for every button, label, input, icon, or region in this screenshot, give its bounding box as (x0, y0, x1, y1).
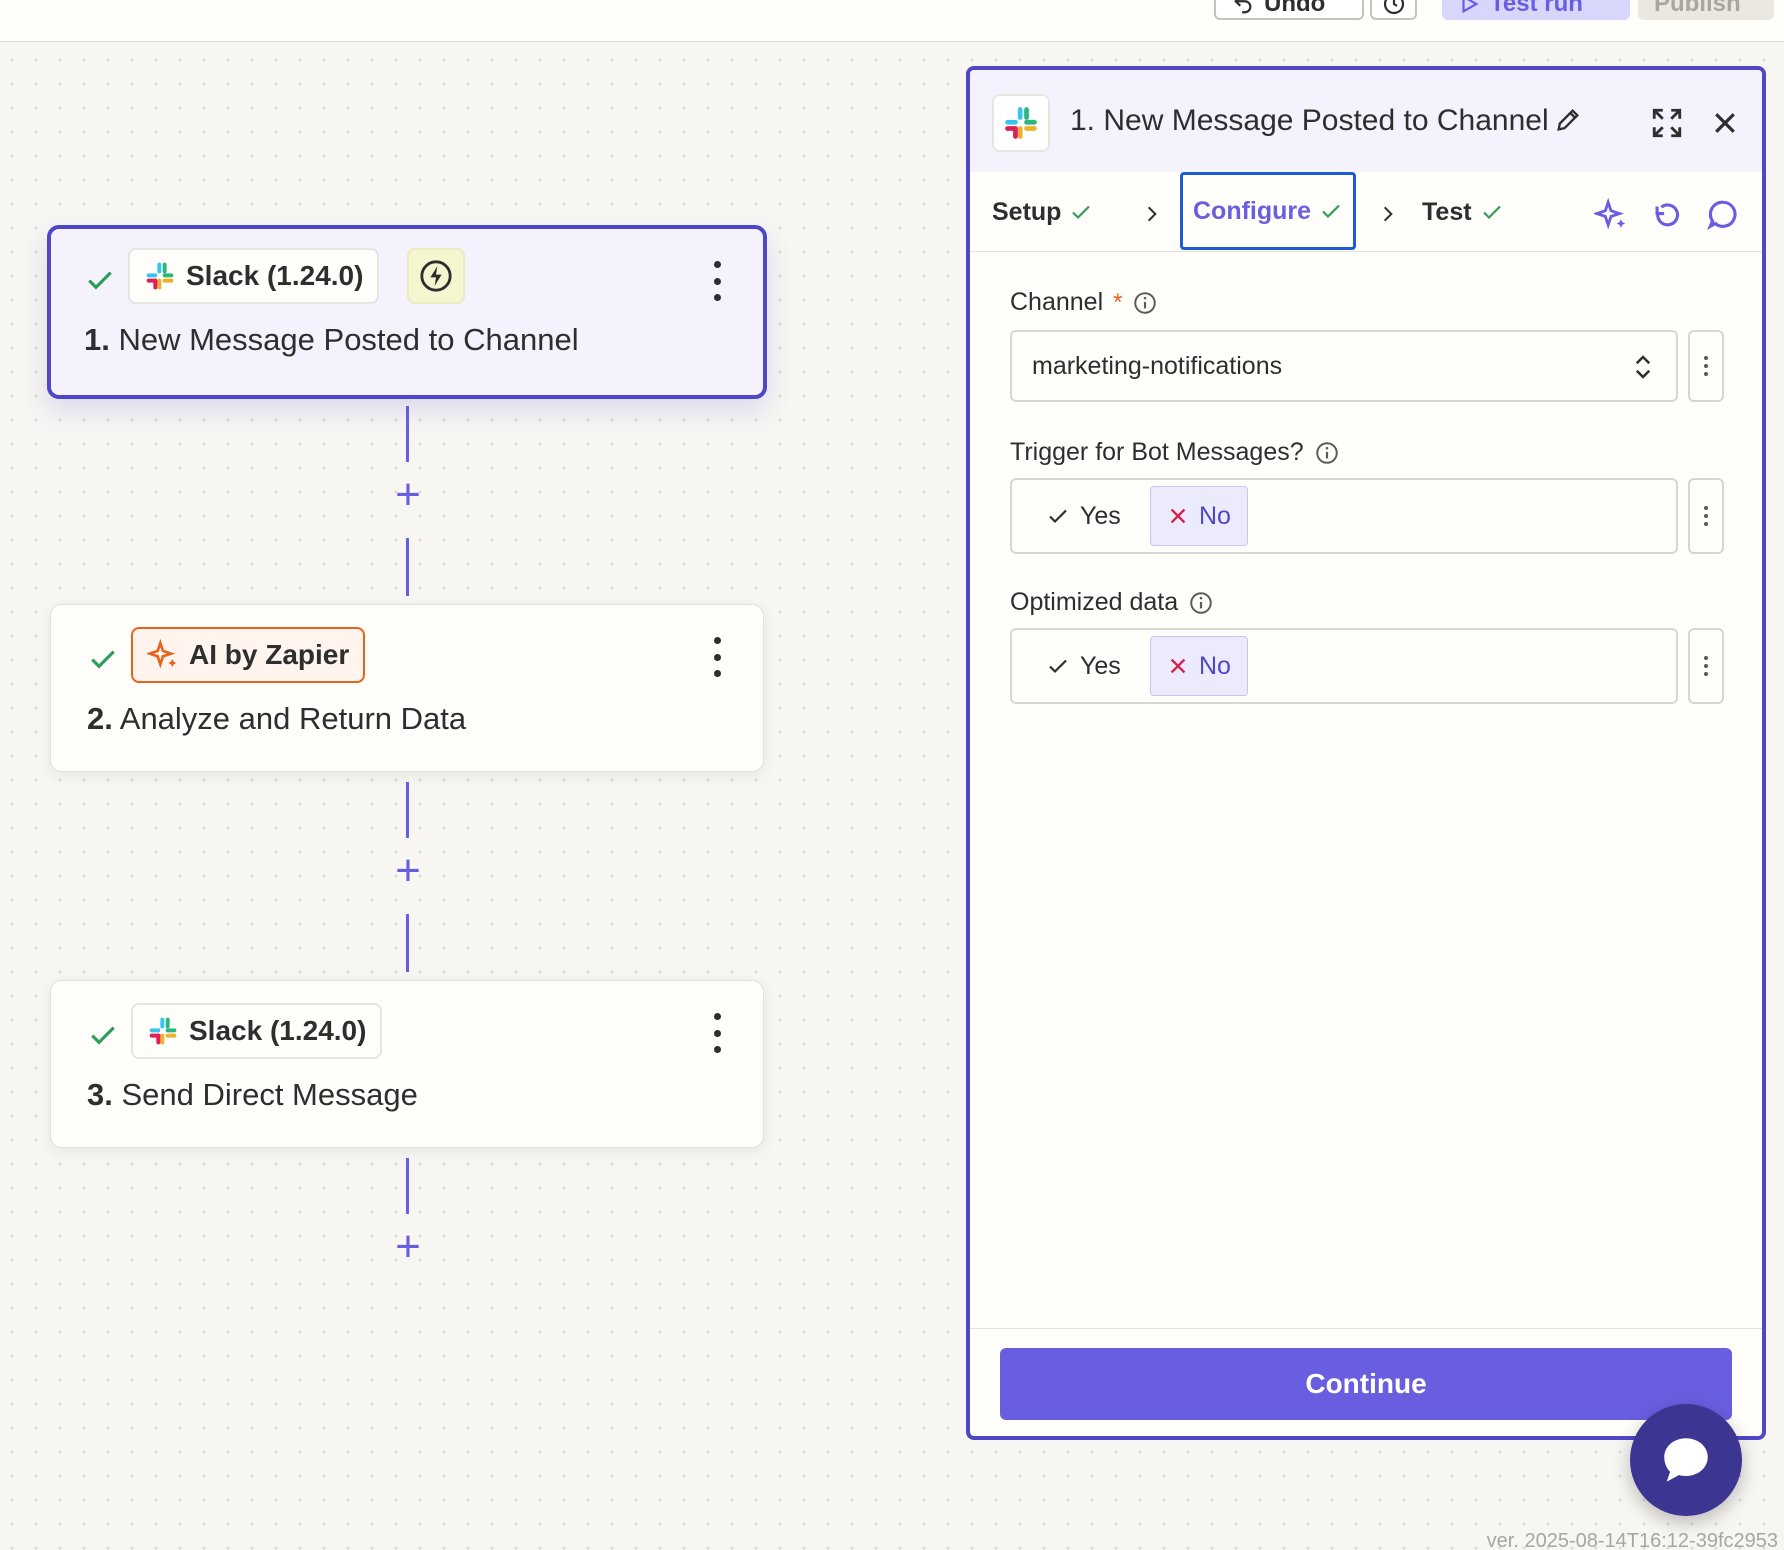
check-icon (1049, 659, 1067, 674)
optimized-data-label: Optimized data (1010, 588, 1214, 617)
bolt-icon (420, 260, 452, 292)
step-title: 2. Analyze and Return Data (87, 701, 467, 736)
optimized-data-yes-option[interactable]: Yes (1030, 636, 1137, 696)
x-icon (1170, 508, 1186, 524)
check-icon (1322, 204, 1340, 219)
expand-icon[interactable] (1650, 106, 1684, 140)
app-badge-slack: Slack (1.24.0) (131, 1003, 383, 1059)
step-title: 3. Send Direct Message (87, 1077, 418, 1112)
panel-footer-divider (970, 1328, 1762, 1329)
channel-options-button[interactable] (1688, 330, 1724, 402)
x-icon (1170, 658, 1186, 674)
chevron-updown-icon (1635, 355, 1651, 379)
chevron-right-icon (1383, 206, 1393, 222)
step-node-3[interactable]: Slack (1.24.0) 3. Send Direct Message (50, 980, 764, 1148)
required-marker: * (1113, 288, 1123, 316)
pencil-icon[interactable] (1554, 106, 1582, 134)
publish-label: Publish (1654, 0, 1741, 17)
step-title: 1. New Message Posted to Channel (84, 322, 579, 357)
check-icon (1482, 205, 1501, 220)
connector-line (406, 538, 409, 596)
channel-label: Channel * (1010, 288, 1158, 317)
optimized-data-toggle: Yes No (1010, 628, 1678, 704)
step-node-2[interactable]: AI by Zapier 2. Analyze and Return Data (50, 604, 764, 772)
sparkle-icon[interactable] (1594, 198, 1628, 232)
chat-bubble-icon (1664, 1438, 1708, 1482)
add-step-button[interactable]: + (390, 1225, 426, 1269)
add-step-button[interactable]: + (390, 849, 426, 893)
app-badge-ai-by-zapier: AI by Zapier (131, 627, 366, 683)
app-badge-slack: Slack (1.24.0) (128, 248, 380, 304)
optimized-data-options-button[interactable] (1688, 628, 1724, 704)
step-menu-button[interactable] (709, 261, 725, 301)
info-icon[interactable] (1188, 590, 1214, 616)
bot-messages-yes-option[interactable]: Yes (1030, 486, 1137, 546)
add-step-button[interactable]: + (390, 473, 426, 517)
comment-icon[interactable] (1706, 198, 1740, 232)
info-icon[interactable] (1132, 290, 1158, 316)
check-icon (88, 271, 112, 290)
step-editor-panel: 1. New Message Posted to Channel Setup C… (966, 66, 1766, 1440)
refresh-icon[interactable] (1650, 198, 1684, 232)
play-icon (1462, 0, 1479, 14)
channel-value: marketing-notifications (1032, 351, 1283, 380)
panel-title: 1. New Message Posted to Channel (1070, 104, 1549, 137)
app-name: AI by Zapier (189, 639, 350, 670)
check-icon (1072, 205, 1091, 220)
step-menu-button[interactable] (709, 637, 725, 677)
test-run-button[interactable]: Test run (1442, 0, 1630, 20)
bot-messages-no-option[interactable]: No (1150, 486, 1248, 546)
trigger-badge (407, 248, 465, 304)
tab-configure[interactable]: Configure (1180, 172, 1357, 250)
panel-app-icon (992, 94, 1050, 152)
check-icon (1049, 509, 1067, 524)
chat-support-button[interactable] (1630, 1404, 1742, 1516)
version-label: ver. 2025-08-14T16:12-39fc2953 (1486, 1530, 1778, 1550)
step-menu-button[interactable] (709, 1013, 725, 1053)
tab-setup[interactable]: Setup (992, 190, 1093, 234)
continue-button[interactable]: Continue (1000, 1348, 1732, 1420)
undo-label: Undo (1264, 0, 1326, 17)
undo-icon (1234, 0, 1252, 14)
step-node-1[interactable]: Slack (1.24.0) 1. New Message Posted to … (47, 225, 767, 399)
check-icon (91, 650, 115, 669)
slack-icon (146, 262, 174, 290)
connector-line (406, 914, 409, 972)
bot-messages-toggle: Yes No (1010, 478, 1678, 554)
bot-messages-options-button[interactable] (1688, 478, 1724, 554)
app-name: Slack (1.24.0) (189, 1015, 367, 1046)
close-icon[interactable] (1710, 108, 1740, 138)
top-bar: Undo Test run Publish (0, 0, 1784, 42)
connector-line (406, 1158, 409, 1214)
info-icon[interactable] (1314, 440, 1340, 466)
history-icon (1383, 0, 1404, 15)
slack-icon (149, 1017, 177, 1045)
panel-tabs: Setup Configure Test (970, 172, 1762, 252)
optimized-data-no-option[interactable]: No (1150, 636, 1248, 696)
connector-line (406, 782, 409, 838)
history-button[interactable] (1370, 0, 1417, 20)
app-name: Slack (1.24.0) (186, 260, 364, 291)
sparkle-icon (147, 639, 177, 669)
chevron-right-icon (1147, 206, 1157, 222)
connector-line (406, 406, 409, 462)
tab-test[interactable]: Test (1422, 190, 1504, 234)
check-icon (91, 1026, 115, 1045)
undo-button[interactable]: Undo (1214, 0, 1364, 20)
test-run-label: Test run (1490, 0, 1583, 17)
publish-button[interactable]: Publish (1638, 0, 1774, 20)
slack-icon (1005, 107, 1037, 139)
bot-messages-label: Trigger for Bot Messages? (1010, 438, 1340, 467)
channel-select[interactable]: marketing-notifications (1010, 330, 1678, 402)
panel-header: 1. New Message Posted to Channel (970, 70, 1762, 172)
